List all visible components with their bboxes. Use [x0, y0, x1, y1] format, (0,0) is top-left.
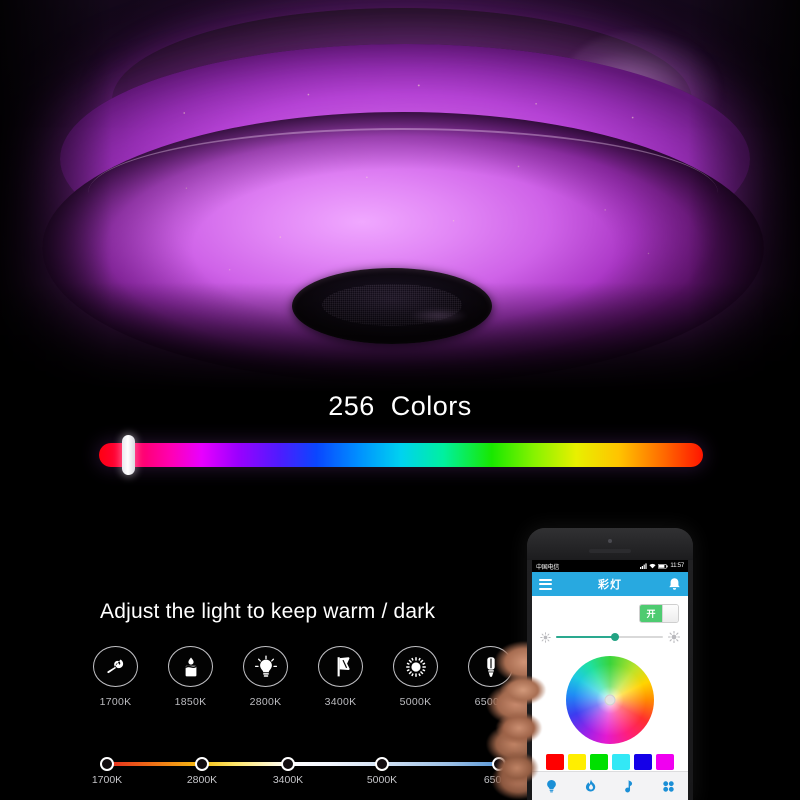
hero-lamp-photo: [0, 0, 800, 392]
kelvin-label: 1850K: [174, 696, 207, 708]
color-temperature-track[interactable]: [100, 762, 510, 766]
brightness-slider-row: [532, 626, 688, 648]
hero-vignette: [0, 0, 800, 392]
phone-screen: 中国电信 11:57 彩灯 开: [532, 560, 688, 800]
incandescent-bulb-icon: [243, 646, 288, 687]
smartphone-mockup: 中国电信 11:57 彩灯 开: [527, 528, 693, 800]
flame-icon: [585, 779, 595, 792]
hamburger-menu-icon[interactable]: [539, 578, 552, 590]
tab-scene[interactable]: [585, 779, 597, 793]
power-toggle-row: 开: [532, 596, 688, 626]
match-flame-icon: [93, 646, 138, 687]
dim-brightness-icon: [540, 631, 551, 643]
brightness-slider-knob[interactable]: [610, 632, 619, 641]
kelvin-label: 5000K: [399, 696, 432, 708]
swatch-blue[interactable]: [634, 754, 652, 770]
power-toggle-knob[interactable]: [662, 604, 678, 622]
rgb-color-slider[interactable]: [99, 435, 703, 475]
phone-top-bezel: [527, 528, 693, 560]
wifi-icon: [649, 563, 657, 569]
sun-icon: [393, 646, 438, 687]
carrier-label: 中国电信: [536, 564, 560, 571]
color-wheel-selector-dot[interactable]: [604, 694, 616, 706]
bottom-tab-bar: [532, 771, 688, 800]
music-note-icon: [625, 780, 633, 793]
status-bar-right: 11:57: [640, 563, 684, 569]
status-bar: 中国电信 11:57: [532, 560, 688, 572]
front-camera-icon: [608, 539, 612, 543]
swatch-red[interactable]: [546, 754, 564, 770]
bulb-icon: [547, 779, 557, 793]
power-toggle[interactable]: 开: [639, 603, 679, 623]
color-temperature-node-label: 2800K: [186, 774, 218, 786]
candle-icon: [168, 646, 213, 687]
kelvin-preset-1700k[interactable]: 1700K: [92, 646, 139, 708]
kelvin-label: 2800K: [249, 696, 282, 708]
swatch-cyan[interactable]: [612, 754, 630, 770]
rgb-color-slider-track[interactable]: [99, 443, 703, 467]
high-brightness-icon: [668, 631, 680, 643]
kelvin-label: 1700K: [99, 696, 132, 708]
kelvin-preset-3400k[interactable]: 3400K: [317, 646, 364, 708]
kelvin-preset-5000k[interactable]: 5000K: [392, 646, 439, 708]
kelvin-label: 3400K: [324, 696, 357, 708]
color-temperature-node-label: 3400K: [272, 774, 304, 786]
color-temperature-node-2800k[interactable]: [195, 757, 209, 771]
color-wheel-picker[interactable]: [566, 656, 654, 744]
signal-icon: [640, 563, 648, 569]
tab-more[interactable]: [662, 780, 675, 793]
app-title: 彩灯: [598, 579, 622, 591]
spotlight-icon: [318, 646, 363, 687]
kelvin-preset-1850k[interactable]: 1850K: [167, 646, 214, 708]
warm-dark-heading: Adjust the light to keep warm / dark: [100, 600, 436, 623]
kelvin-preset-2800k[interactable]: 2800K: [242, 646, 289, 708]
color-temperature-slider[interactable]: 1700K 2800K 3400K 5000K 6500K: [92, 754, 514, 786]
brightness-slider-fill: [556, 635, 615, 639]
power-toggle-label: 开: [640, 604, 662, 622]
rgb-color-slider-thumb[interactable]: [122, 435, 135, 475]
tab-music[interactable]: [623, 779, 635, 793]
color-temperature-node-label: 1700K: [91, 774, 123, 786]
hand-holding-phone: [489, 676, 547, 800]
swatch-green[interactable]: [590, 754, 608, 770]
swatch-yellow[interactable]: [568, 754, 586, 770]
earpiece-speaker: [589, 549, 631, 553]
page-title-256-colors: 256 Colors: [328, 391, 472, 421]
clock-label: 11:57: [670, 563, 684, 569]
color-temperature-node-3400k[interactable]: [281, 757, 295, 771]
product-marketing-image: 256 Colors Adjust the light to keep warm…: [0, 0, 800, 800]
app-header: 彩灯: [532, 572, 688, 596]
tab-light[interactable]: [545, 779, 558, 793]
color-temperature-node-label: 5000K: [366, 774, 398, 786]
color-temperature-node-5000k[interactable]: [375, 757, 389, 771]
bell-icon[interactable]: [668, 577, 681, 591]
swatch-magenta[interactable]: [656, 754, 674, 770]
color-temperature-node-1700k[interactable]: [100, 757, 114, 771]
battery-icon: [658, 563, 669, 569]
grid-icon: [663, 780, 674, 792]
brightness-slider[interactable]: [556, 632, 663, 641]
color-wheel-area: [532, 648, 688, 752]
